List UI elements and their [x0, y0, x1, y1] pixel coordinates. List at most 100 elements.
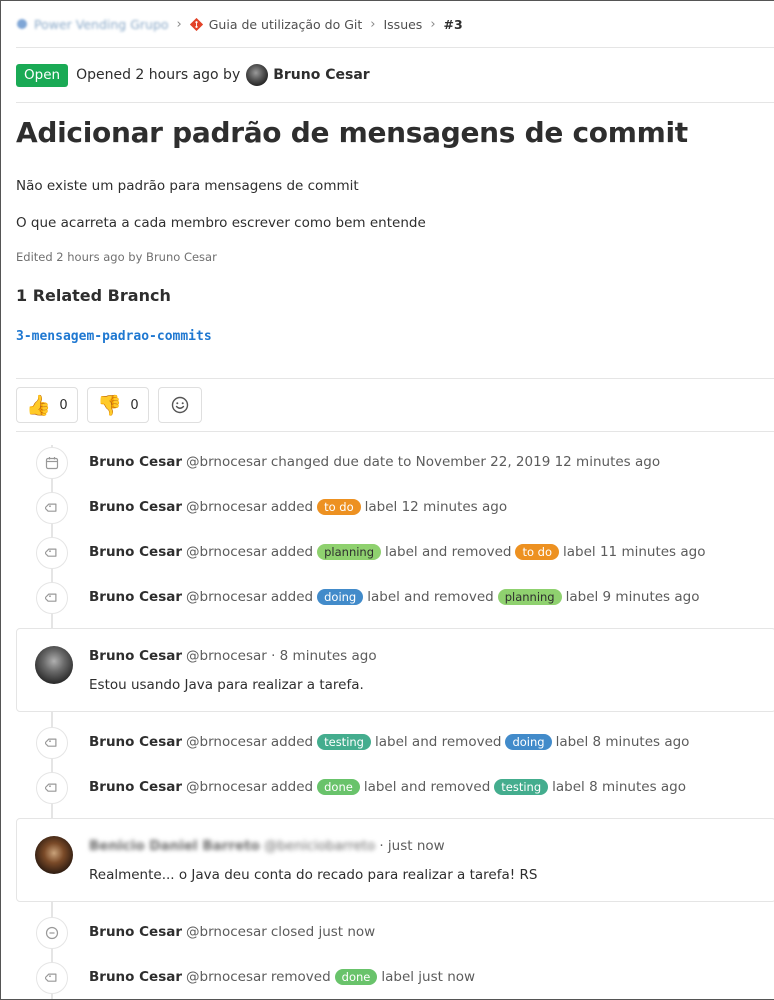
label-badge[interactable]: to do — [317, 499, 361, 515]
breadcrumb-project-label: Guia de utilização do Git — [208, 16, 363, 32]
thumbs-down-count: 0 — [130, 397, 139, 413]
breadcrumb-issues[interactable]: Issues — [383, 17, 422, 32]
avatar[interactable] — [246, 64, 269, 86]
opened-text: Opened 2 hours ago by — [76, 67, 241, 83]
label-icon — [36, 582, 68, 614]
note-action: added — [270, 499, 314, 515]
label-icon — [36, 772, 68, 804]
system-note: Bruno Cesar @brnocesar added to do label… — [1, 492, 774, 524]
related-branches-heading: 1 Related Branch — [16, 286, 171, 305]
breadcrumb-group-label: Power Vending Grupo — [34, 16, 169, 32]
label-badge[interactable]: testing — [317, 734, 371, 750]
note-text: label 12 minutes ago — [364, 499, 508, 515]
note-author[interactable]: Bruno Cesar — [89, 734, 182, 750]
description-paragraph: O que acarreta a cada membro escrever co… — [16, 215, 426, 231]
chevron-right-icon: › — [430, 16, 436, 32]
chevron-right-icon: › — [370, 16, 376, 32]
label-badge[interactable]: done — [334, 969, 378, 985]
note-action: added — [270, 589, 314, 605]
note-text: label 11 minutes ago — [563, 544, 706, 560]
group-icon — [17, 19, 27, 29]
calendar-icon — [36, 447, 68, 479]
note-author[interactable]: Bruno Cesar — [89, 648, 182, 664]
related-branch-link[interactable]: 3-mensagem-padrao-commits — [16, 329, 212, 344]
note-author[interactable]: Bruno Cesar — [89, 499, 182, 515]
note-handle[interactable]: @beniciobarreto — [264, 838, 375, 854]
note-text: label 9 minutes ago — [565, 589, 700, 605]
thumbs-up-button[interactable]: 👍 0 — [16, 387, 78, 423]
label-icon — [36, 537, 68, 569]
note-handle[interactable]: @brnocesar — [186, 454, 267, 470]
thumbs-up-count: 0 — [59, 397, 68, 413]
note-handle[interactable]: @brnocesar — [186, 499, 267, 515]
label-badge[interactable]: to do — [515, 544, 560, 560]
comment-note: Bruno Cesar @brnocesar · 8 minutes ago E… — [16, 628, 774, 712]
note-handle[interactable]: @brnocesar — [186, 589, 267, 605]
chevron-right-icon: › — [176, 16, 182, 32]
note-text: label and removed — [374, 734, 502, 750]
note-handle[interactable]: @brnocesar — [186, 779, 267, 795]
closed-icon — [36, 917, 68, 949]
breadcrumb-issue-number[interactable]: #3 — [444, 17, 463, 32]
note-meta: · just now — [379, 838, 445, 854]
note-action: added — [270, 734, 314, 750]
system-note: Bruno Cesar @brnocesar removed done labe… — [1, 962, 774, 994]
label-badge[interactable]: doing — [505, 734, 552, 750]
label-badge[interactable]: planning — [317, 544, 382, 560]
award-emoji-bar: 👍 0 👎 0 — [16, 387, 202, 423]
label-icon — [36, 727, 68, 759]
git-logo-icon — [189, 17, 203, 31]
author-link[interactable]: Bruno Cesar — [273, 67, 369, 83]
note-handle[interactable]: @brnocesar — [186, 734, 267, 750]
note-text: label just now — [381, 969, 476, 985]
system-note: Bruno Cesar @brnocesar changed due date … — [1, 447, 774, 479]
description-paragraph: Não existe um padrão para mensagens de c… — [16, 178, 359, 194]
label-icon — [36, 962, 68, 994]
system-note: Bruno Cesar @brnocesar added planning la… — [1, 537, 774, 569]
divider — [16, 378, 774, 379]
comment-note: Benicio Daniel Barreto @beniciobarreto ·… — [16, 818, 774, 902]
breadcrumb: Power Vending Grupo › Guia de utilização… — [16, 14, 463, 34]
thumbs-down-button[interactable]: 👎 0 — [87, 387, 149, 423]
note-text: label and removed — [367, 589, 494, 605]
label-badge[interactable]: doing — [317, 589, 364, 605]
edited-info: Edited 2 hours ago by Bruno Cesar — [16, 250, 217, 264]
note-author[interactable]: Bruno Cesar — [89, 924, 182, 940]
breadcrumb-group[interactable]: Power Vending Grupo — [16, 17, 169, 32]
status-badge: Open — [16, 63, 69, 87]
note-handle[interactable]: @brnocesar — [186, 924, 267, 940]
breadcrumb-project[interactable]: Guia de utilização do Git — [189, 16, 363, 32]
note-text: label 8 minutes ago — [552, 779, 687, 795]
note-text: label 8 minutes ago — [555, 734, 690, 750]
note-author[interactable]: Bruno Cesar — [89, 969, 182, 985]
note-author[interactable]: Bruno Cesar — [89, 779, 182, 795]
avatar[interactable] — [35, 836, 73, 874]
note-action: added — [270, 779, 314, 795]
note-action: added — [270, 544, 314, 560]
divider — [16, 102, 774, 103]
note-text: label and removed — [385, 544, 512, 560]
divider — [16, 431, 774, 432]
add-reaction-button[interactable] — [158, 387, 202, 423]
label-icon — [36, 492, 68, 524]
note-handle[interactable]: @brnocesar — [186, 969, 267, 985]
system-note: Bruno Cesar @brnocesar added testing lab… — [1, 727, 774, 759]
system-note: Bruno Cesar @brnocesar added done label … — [1, 772, 774, 804]
note-author[interactable]: Bruno Cesar — [89, 589, 182, 605]
thumbs-up-icon: 👍 — [26, 393, 52, 417]
avatar[interactable] — [35, 646, 73, 684]
issue-status-row: Open Opened 2 hours ago by Bruno Cesar — [16, 63, 370, 87]
label-badge[interactable]: testing — [494, 779, 549, 795]
system-note: Bruno Cesar @brnocesar closed just now — [1, 917, 774, 949]
note-handle[interactable]: @brnocesar — [186, 544, 267, 560]
issue-title: Adicionar padrão de mensagens de commit — [16, 116, 688, 149]
note-author[interactable]: Bruno Cesar — [89, 454, 182, 470]
smiley-icon — [171, 396, 189, 414]
note-text: label and removed — [363, 779, 491, 795]
note-author[interactable]: Bruno Cesar — [89, 544, 182, 560]
label-badge[interactable]: planning — [497, 589, 562, 605]
note-text: closed just now — [270, 924, 376, 940]
note-author[interactable]: Benicio Daniel Barreto — [89, 838, 260, 854]
note-text: changed due date to November 22, 2019 12… — [270, 454, 661, 470]
label-badge[interactable]: done — [317, 779, 360, 795]
